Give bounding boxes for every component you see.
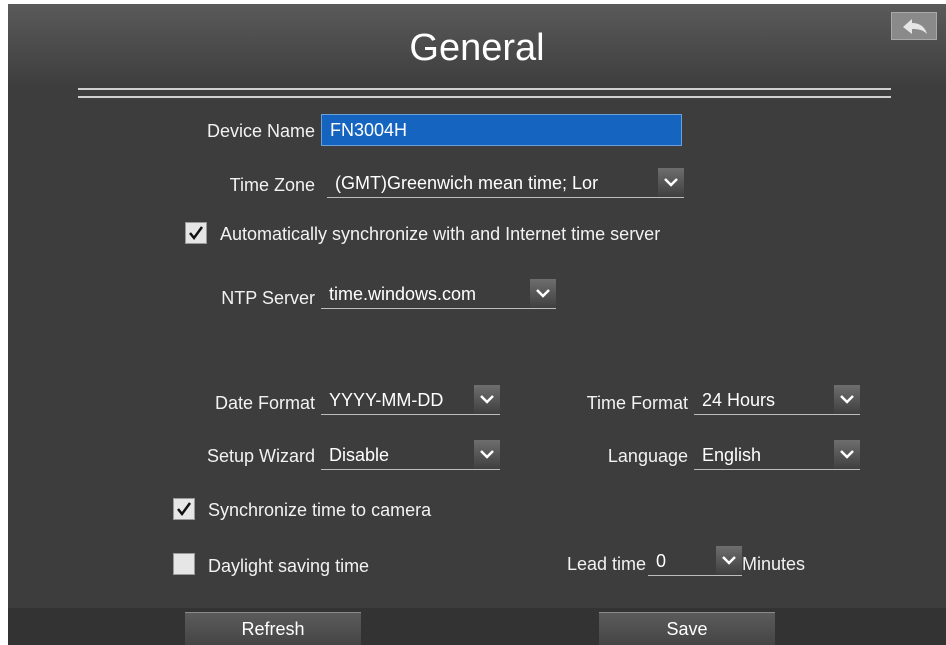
ntp-server-value: time.windows.com xyxy=(329,284,477,304)
time-zone-dropdown-button[interactable] xyxy=(658,168,684,197)
time-zone-value: (GMT)Greenwich mean time; Lor xyxy=(335,173,599,193)
chevron-down-icon xyxy=(480,450,494,459)
general-settings-panel: General Device Name FN3004H Time Zone (G… xyxy=(8,4,946,645)
time-zone-label: Time Zone xyxy=(229,175,315,195)
lead-time-label: Lead time xyxy=(566,554,646,574)
date-format-dropdown-button[interactable] xyxy=(474,385,500,414)
lead-time-select[interactable]: 0 xyxy=(648,546,742,576)
ntp-server-select[interactable]: time.windows.com xyxy=(321,279,556,309)
chevron-down-icon xyxy=(664,178,678,187)
setup-wizard-label: Setup Wizard xyxy=(206,446,315,466)
chevron-down-icon xyxy=(840,395,854,404)
auto-sync-label: Automatically synchronize with and Inter… xyxy=(220,224,661,244)
auto-sync-checkbox[interactable] xyxy=(185,222,207,244)
date-format-select[interactable]: YYYY-MM-DD xyxy=(321,385,500,415)
setup-wizard-dropdown-button[interactable] xyxy=(474,440,500,469)
time-format-select[interactable]: 24 Hours xyxy=(694,385,860,415)
sync-camera-checkbox[interactable] xyxy=(173,498,195,520)
language-select[interactable]: English xyxy=(694,440,860,470)
chevron-down-icon xyxy=(536,289,550,298)
daylight-saving-checkbox[interactable] xyxy=(173,553,195,575)
language-value: English xyxy=(702,445,762,465)
page-title: General xyxy=(409,27,545,69)
header-divider xyxy=(78,88,891,90)
setup-wizard-value: Disable xyxy=(329,445,390,465)
chevron-down-icon xyxy=(480,395,494,404)
ntp-server-label: NTP Server xyxy=(221,288,315,308)
header-bar: General xyxy=(8,4,946,88)
time-format-value: 24 Hours xyxy=(702,390,776,410)
device-name-value: FN3004H xyxy=(330,120,408,140)
checkmark-icon xyxy=(177,502,192,517)
language-dropdown-button[interactable] xyxy=(834,440,860,469)
ntp-server-dropdown-button[interactable] xyxy=(530,279,556,308)
save-button[interactable]: Save xyxy=(599,612,775,645)
device-name-label: Device Name xyxy=(206,121,315,141)
lead-time-unit: Minutes xyxy=(742,554,806,574)
daylight-saving-label: Daylight saving time xyxy=(208,556,370,576)
time-format-dropdown-button[interactable] xyxy=(834,385,860,414)
language-label: Language xyxy=(607,446,688,466)
lead-time-value: 0 xyxy=(656,551,667,571)
bottom-bar xyxy=(8,608,946,645)
back-button[interactable] xyxy=(891,12,937,40)
sync-camera-label: Synchronize time to camera xyxy=(208,500,432,520)
refresh-button[interactable]: Refresh xyxy=(185,612,361,645)
header-divider-2 xyxy=(78,96,891,98)
lead-time-dropdown-button[interactable] xyxy=(716,546,742,575)
checkmark-icon xyxy=(189,226,204,241)
back-arrow-icon xyxy=(903,19,927,34)
chevron-down-icon xyxy=(722,556,736,565)
date-format-value: YYYY-MM-DD xyxy=(329,390,444,410)
device-name-input[interactable]: FN3004H xyxy=(321,114,682,146)
chevron-down-icon xyxy=(840,450,854,459)
time-format-label: Time Format xyxy=(586,393,688,413)
setup-wizard-select[interactable]: Disable xyxy=(321,440,500,470)
date-format-label: Date Format xyxy=(214,393,315,413)
time-zone-select[interactable]: (GMT)Greenwich mean time; Lor xyxy=(327,168,684,198)
